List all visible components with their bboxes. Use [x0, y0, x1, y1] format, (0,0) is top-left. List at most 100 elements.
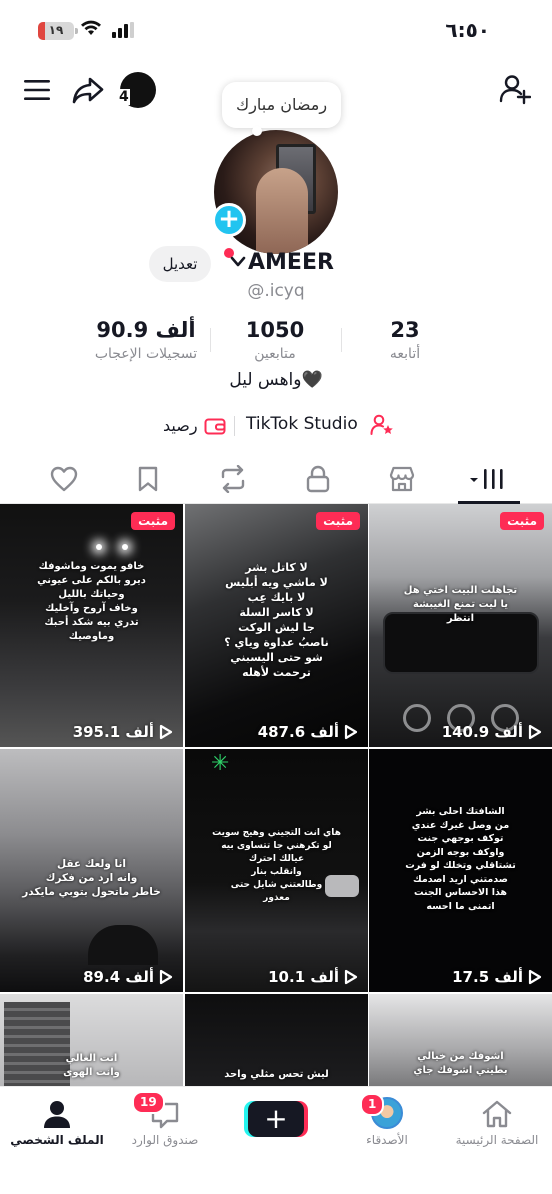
video-caption-text: انا ولعك عقل وانه ارد من فكرك خاطر ماتحو…: [10, 857, 173, 899]
play-icon: [528, 724, 542, 740]
caption-line: اشوفك من خيالي: [417, 1051, 504, 1062]
caption-line: يا ليت تمنع الغيبشة: [413, 599, 508, 610]
video-caption-text: لا كاتل بشر لا ماشي ويه أبليس لا بايك عِ…: [195, 560, 358, 680]
nav-friends-icon-wrap: [332, 1095, 442, 1129]
tab-favorites[interactable]: [128, 462, 168, 496]
caption-line: واوكف بوجه الزمن: [416, 846, 505, 858]
view-count: 10.1 ألف: [268, 968, 358, 986]
wifi-icon: [81, 20, 101, 35]
edit-profile-button[interactable]: تعديل: [149, 246, 211, 282]
chevron-down-icon[interactable]: [230, 256, 246, 268]
video-caption-text: اشوفك من خيالي بطيني اشوفك جاي: [379, 1050, 542, 1078]
status-time: ٦:٥٠: [445, 18, 490, 42]
tab-private[interactable]: [298, 462, 338, 496]
battery-icon: ١٩: [38, 22, 78, 40]
profile-tabs: [0, 454, 552, 504]
status-bar: ١٩ ٦:٥٠: [0, 0, 552, 62]
home-icon: [482, 1100, 512, 1128]
username[interactable]: AMEER: [248, 250, 334, 275]
video-tile[interactable]: اشوفك من خيالي بطيني اشوفك جاي: [369, 994, 552, 1086]
play-icon: [159, 724, 173, 740]
video-tile[interactable]: ✳ هاي انت التجيني وهيج سويت لو تكرهني جا…: [185, 749, 368, 992]
bookmark-icon: [138, 466, 158, 492]
dashboard-knob: [403, 704, 431, 732]
tab-shop[interactable]: [382, 462, 422, 496]
pinned-badge: مثبت: [131, 512, 175, 530]
tab-liked[interactable]: [44, 462, 84, 496]
play-icon: [344, 969, 358, 985]
caption-line: انتظر: [446, 613, 475, 624]
video-tile[interactable]: انا ولعك عقل وانه ارد من فكرك خاطر ماتحو…: [0, 749, 183, 992]
video-tile[interactable]: مثبت خافو يموت وماشوفك ديرو بالكم على عي…: [0, 504, 183, 747]
video-caption-text: خافو يموت وماشوفك ديرو بالكم على عيوني و…: [10, 560, 173, 644]
caption-line: لا كاسر السلة: [239, 606, 314, 619]
caption-line: بطيني اشوفك جاي: [413, 1065, 508, 1076]
followers-label: متابعين: [254, 346, 296, 362]
nav-profile-icon-wrap: [2, 1095, 112, 1129]
creator-star-icon[interactable]: [370, 414, 394, 436]
caption-line: وانت الهوى: [63, 1067, 120, 1078]
wallet-icon[interactable]: [204, 417, 226, 435]
profile-bio: واهس ليل🖤: [229, 370, 323, 390]
tab-reposts[interactable]: [213, 462, 253, 496]
repost-icon: [221, 465, 245, 493]
video-tile[interactable]: مثبت لا كاتل بشر لا ماشي ويه أبليس لا با…: [185, 504, 368, 747]
nav-inbox[interactable]: 19 صندوق الوارد: [110, 1091, 220, 1147]
caption-line: وانقلب بنار: [251, 867, 302, 877]
following-stat[interactable]: 23 أتابعه: [335, 316, 475, 364]
play-icon: [344, 724, 358, 740]
view-count-text: 89.4 ألف: [83, 968, 154, 986]
video-caption-text: الشافتك احلى بشر من وصل غيرك عندي توكف ب…: [379, 805, 542, 913]
caption-line: وخاف آروح وآخليك: [45, 603, 138, 614]
video-tile[interactable]: الشافتك احلى بشر من وصل غيرك عندي توكف ب…: [369, 749, 552, 992]
street-light: [96, 544, 102, 550]
view-count-text: 10.1 ألف: [268, 968, 339, 986]
caption-line: لو تكرهني جا تتساوى بيه: [221, 841, 332, 851]
caption-line: صدمتني اريد اصدمك: [413, 873, 508, 885]
caption-line: انت الغالي: [65, 1053, 118, 1064]
view-count-text: 140.9 ألف: [441, 723, 523, 741]
tiktok-studio-link[interactable]: TikTok Studio: [246, 414, 358, 434]
view-count: 140.9 ألف: [442, 723, 542, 741]
caption-line: من وصل غيرك عندي: [411, 819, 510, 831]
story-count: 4: [118, 89, 130, 105]
caption-line: هذا الاحساس الجنت: [413, 887, 508, 898]
battery-percent: ١٩: [48, 23, 64, 37]
nav-profile[interactable]: الملف الشخصي: [2, 1095, 112, 1147]
likes-stat[interactable]: 90.9 ألف تسجيلات الإعجاب: [76, 316, 216, 364]
share-profile-button[interactable]: [68, 72, 108, 108]
profile-note-bubble[interactable]: رمضان مبارك: [222, 82, 342, 136]
caption-line: شو حتى اليسبني: [230, 651, 323, 664]
add-friend-button[interactable]: [498, 72, 532, 106]
nav-friends[interactable]: 1 الأصدقاء: [332, 1093, 442, 1147]
following-label: أتابعه: [389, 346, 421, 362]
play-icon: [528, 969, 542, 985]
add-story-plus-icon[interactable]: +: [212, 203, 246, 237]
video-tile[interactable]: ليش تحس مثلي واحد: [185, 994, 368, 1086]
caption-line: ترحمت لأهله: [242, 666, 311, 679]
tab-videos[interactable]: [468, 462, 508, 496]
menu-button[interactable]: [20, 74, 54, 106]
view-count: 395.1 ألف: [73, 723, 173, 741]
video-tile[interactable]: انت الغالي وانت الهوى: [0, 994, 183, 1086]
caption-line: تجاهلت البيت اختي هل: [403, 585, 518, 596]
followers-stat[interactable]: 1050 متابعين: [205, 316, 345, 364]
video-caption-text: انت الغالي وانت الهوى: [10, 1052, 173, 1080]
nav-inbox-label: صندوق الوارد: [131, 1133, 199, 1147]
video-tile[interactable]: مثبت تجاهلت البيت اختي هل يا ليت تمنع ال…: [369, 504, 552, 747]
caption-line: وحياتك بالليل: [58, 589, 125, 600]
caption-line: الشافتك احلى بشر: [416, 806, 505, 817]
nav-profile-label: الملف الشخصي: [10, 1133, 104, 1147]
view-count-text: 17.5 ألف: [452, 968, 523, 986]
create-button[interactable]: +: [248, 1101, 304, 1137]
cellular-signal-icon: [112, 22, 134, 38]
followers-count: 1050: [245, 318, 305, 342]
caption-line: معذور: [263, 893, 290, 903]
balance-link[interactable]: رصيد: [163, 416, 198, 435]
play-icon: [159, 969, 173, 985]
nav-home[interactable]: الصفحة الرئيسية: [442, 1095, 552, 1147]
video-caption-text: هاي انت التجيني وهيج سويت لو تكرهني جا ت…: [195, 827, 358, 905]
nav-friends-label: الأصدقاء: [366, 1133, 408, 1147]
caption-line: توكف بوجهي جنت: [417, 833, 504, 844]
profile-person-icon: [44, 1101, 70, 1128]
